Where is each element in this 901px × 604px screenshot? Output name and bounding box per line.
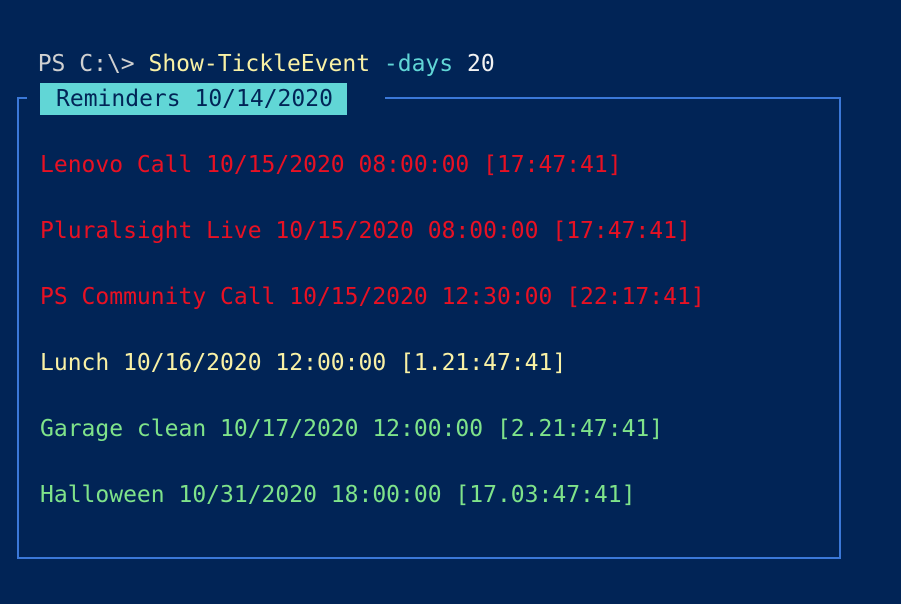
console-command-line[interactable]: PS C:\> Show-TickleEvent -days 20 (10, 19, 495, 79)
command-name: Show-TickleEvent (148, 51, 371, 77)
reminder-item: Pluralsight Live 10/15/2020 08:00:00 [17… (40, 218, 691, 244)
console-prompt: PS C:\> (37, 51, 149, 77)
reminder-item: Halloween 10/31/2020 18:00:00 [17.03:47:… (40, 482, 636, 508)
reminder-item: Lunch 10/16/2020 12:00:00 [1.21:47:41] (40, 350, 567, 376)
command-parameter: -days (370, 51, 454, 77)
panel-title: Reminders 10/14/2020 (40, 83, 347, 115)
reminder-item: Lenovo Call 10/15/2020 08:00:00 [17:47:4… (40, 152, 622, 178)
command-argument: 20 (453, 51, 495, 77)
reminder-item: Garage clean 10/17/2020 12:00:00 [2.21:4… (40, 416, 664, 442)
reminder-item: PS Community Call 10/15/2020 12:30:00 [2… (40, 284, 705, 310)
